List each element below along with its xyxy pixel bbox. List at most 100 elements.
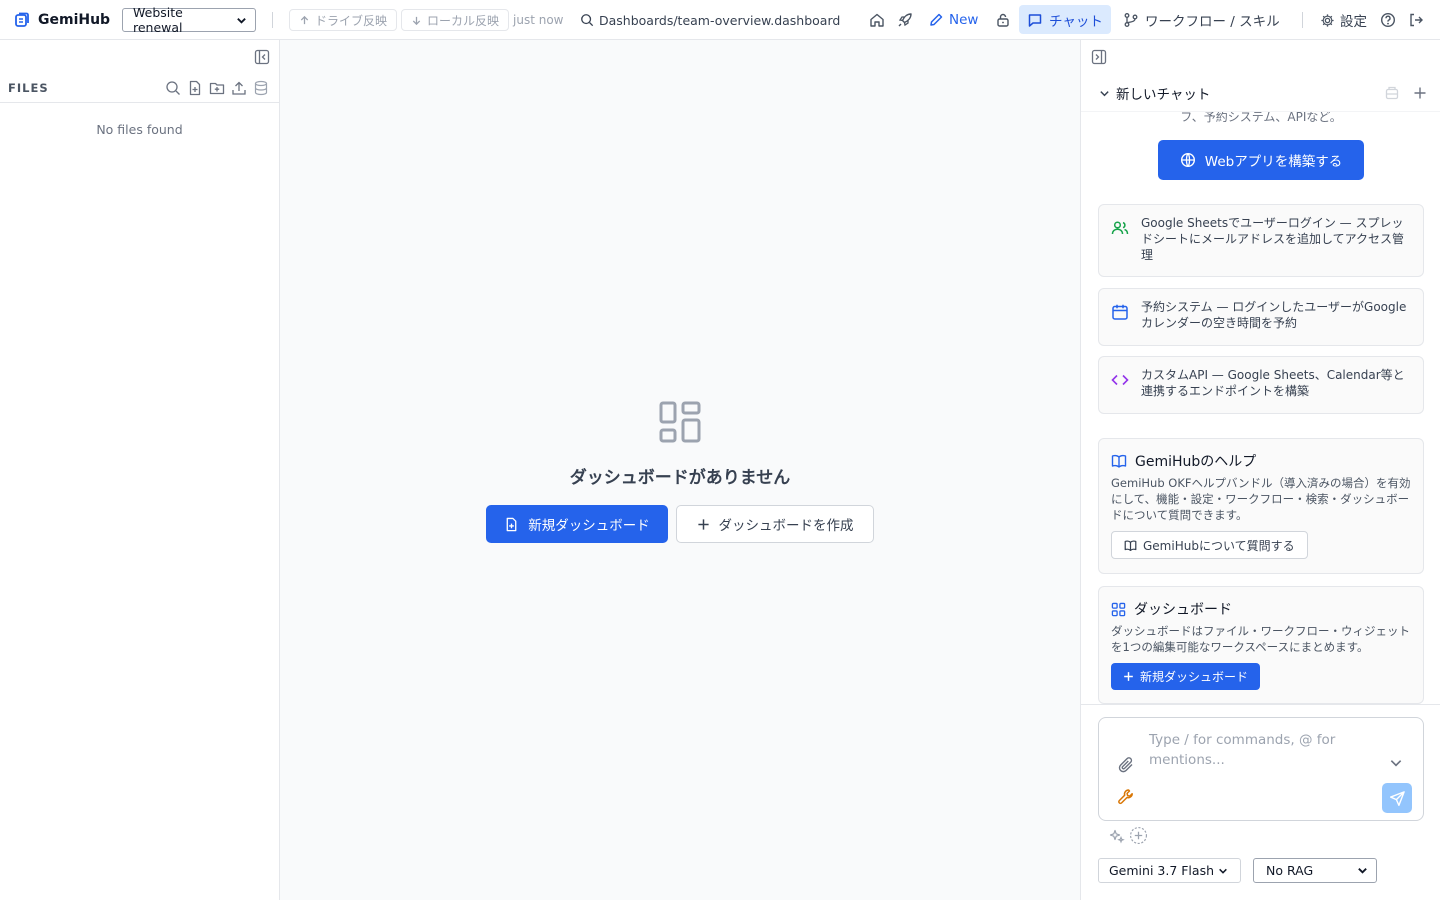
code-icon [1111,371,1129,389]
create-dashboard-label: ダッシュボードを作成 [718,518,854,534]
chat-composer[interactable]: Type / for commands, @ for mentions... [1098,717,1424,821]
paperclip-icon[interactable] [1117,756,1135,774]
new-chat-plus-icon[interactable] [1412,85,1428,101]
gear-icon [1321,13,1334,27]
dashboard-card-description: ダッシュボードはファイル・ワークフロー・ウィジェットを1つの編集可能なワークスペ… [1111,624,1410,654]
header-divider [272,12,273,28]
gemihub-logo-icon [14,0,30,40]
dashboard-card: ダッシュボード ダッシュボードはファイル・ワークフロー・ウィジェットを1つの編集… [1098,586,1424,704]
composer-tools [1109,826,1148,845]
model-select-value: Gemini 3.7 Flash [1109,863,1215,878]
sync-status: just now [513,13,564,27]
help-icon[interactable] [1379,11,1397,29]
drive-sync-label: ドライブ反映 [315,13,388,28]
local-sync-button[interactable]: ローカル反映 [401,9,510,31]
send-icon [1389,790,1405,806]
composer-divider [1081,704,1440,705]
wrench-icon[interactable] [1117,788,1135,806]
chat-bubble-icon [1028,13,1042,27]
send-button[interactable] [1382,783,1412,813]
chat-header: 新しいチャット [1081,76,1440,112]
new-folder-icon[interactable] [209,80,225,96]
tab-workflow-skills[interactable]: ワークフロー / スキル [1123,0,1280,40]
help-card-description: GemiHub OKFヘルプバンドル（導入済みの場合）を有効にして、機能・設定・… [1111,476,1411,522]
chat-panel: 新しいチャット フ、予約システム、APIなど。 Webアプリを構築する Goog… [1080,40,1440,900]
pencil-icon [930,13,943,26]
upload-icon[interactable] [231,80,247,96]
chevron-down-icon [1358,868,1367,874]
build-webapp-label: Webアプリを構築する [1204,154,1343,170]
truncated-intro-text: フ、予約システム、APIなど。 [1180,112,1342,124]
rocket-icon[interactable] [896,11,914,29]
top-header: GemiHub Website renewal ドライブ反映 ローカル反映 ju… [0,0,1440,40]
book-icon [1124,539,1137,551]
empty-files-message: No files found [96,122,183,137]
empty-dashboard-title: ダッシュボードがありません [569,468,791,488]
new-dashboard-button[interactable]: 新規ダッシュボード [486,505,668,543]
files-section-label: FILES [8,81,49,95]
tab-chat-label: チャット [1049,13,1103,30]
create-dashboard-button[interactable]: ダッシュボードを作成 [676,505,874,543]
lock-icon[interactable] [994,11,1012,29]
collapse-sidebar-icon[interactable] [254,49,270,65]
home-icon[interactable] [868,11,886,29]
chevron-down-icon [1219,868,1227,874]
archive-icon[interactable] [1384,85,1400,101]
tab-workflow-label: ワークフロー / スキル [1145,14,1280,30]
header-divider [1302,12,1303,28]
plus-icon [1124,672,1133,681]
ask-about-gemihub-button[interactable]: GemiHubについて質問する [1111,531,1308,559]
new-file-icon[interactable] [187,80,203,96]
local-sync-label: ローカル反映 [427,13,500,28]
globe-icon [1180,152,1195,168]
arrow-down-icon [412,16,421,25]
add-circle-icon[interactable] [1129,826,1148,845]
chevron-down-icon[interactable] [1389,756,1407,774]
settings-label: 設定 [1340,14,1367,30]
search-icon[interactable] [165,80,181,96]
new-file-icon [506,517,517,531]
suggestion-text: 予約システム — ログインしたユーザーがGoogleカレンダーの空き時間を予約 [1141,300,1407,330]
sparkles-icon[interactable] [1109,828,1125,844]
new-button-label: New [949,12,979,28]
model-select[interactable]: Gemini 3.7 Flash [1098,858,1241,883]
project-select[interactable]: Website renewal [122,5,256,35]
dashboard-card-title: ダッシュボード [1134,602,1232,618]
search-icon [581,14,594,27]
file-path-text: Dashboards/team-overview.dashboard [599,12,841,28]
file-path-search[interactable]: Dashboards/team-overview.dashboard [580,0,840,40]
ask-about-gemihub-label: GemiHubについて質問する [1143,538,1295,553]
workflow-icon [1124,13,1138,27]
card-new-dashboard-button[interactable]: 新規ダッシュボード [1111,663,1261,690]
suggestion-card[interactable]: Google Sheetsでユーザーログイン — スプレッドシートにメールアドレ… [1098,204,1424,277]
build-webapp-button[interactable]: Webアプリを構築する [1158,140,1364,180]
database-icon[interactable] [253,80,269,96]
chat-messages-area[interactable]: フ、予約システム、APIなど。 Webアプリを構築する Google Sheet… [1081,112,1440,704]
help-card-title: GemiHubのヘルプ [1135,454,1257,470]
dashboard-grid-icon [1111,602,1126,616]
files-header: FILES [0,74,279,103]
brand-name: GemiHub [38,12,111,28]
suggestion-text: カスタムAPI — Google Sheets、Calendar等と連携するエン… [1141,368,1405,398]
plus-icon [697,518,709,530]
rag-select-value: No RAG [1266,863,1314,878]
tab-chat[interactable]: チャット [1019,5,1111,34]
arrow-up-icon [300,15,309,24]
help-card: GemiHubのヘルプ GemiHub OKFヘルプバンドル（導入済みの場合）を… [1098,438,1424,574]
new-dashboard-label: 新規ダッシュボード [528,518,650,534]
card-new-dashboard-label: 新規ダッシュボード [1140,670,1249,684]
collapse-chat-panel-icon[interactable] [1091,49,1107,65]
suggestion-card[interactable]: 予約システム — ログインしたユーザーがGoogleカレンダーの空き時間を予約 [1098,288,1424,346]
rag-select[interactable]: No RAG [1253,858,1377,883]
main-content: ダッシュボードがありません 新規ダッシュボード ダッシュボードを作成 [280,40,1080,900]
logout-icon[interactable] [1407,11,1425,29]
drive-sync-button[interactable]: ドライブ反映 [289,9,398,31]
chat-message-input[interactable]: Type / for commands, @ for mentions... [1149,730,1379,770]
new-button[interactable]: New [928,0,978,40]
chevron-down-icon [237,17,246,24]
project-select-value: Website renewal [133,5,183,35]
chat-history-toggle[interactable]: 新しいチャット [1099,83,1210,103]
settings-link[interactable]: 設定 [1320,0,1367,40]
book-icon [1111,454,1127,468]
suggestion-card[interactable]: カスタムAPI — Google Sheets、Calendar等と連携するエン… [1098,356,1424,414]
